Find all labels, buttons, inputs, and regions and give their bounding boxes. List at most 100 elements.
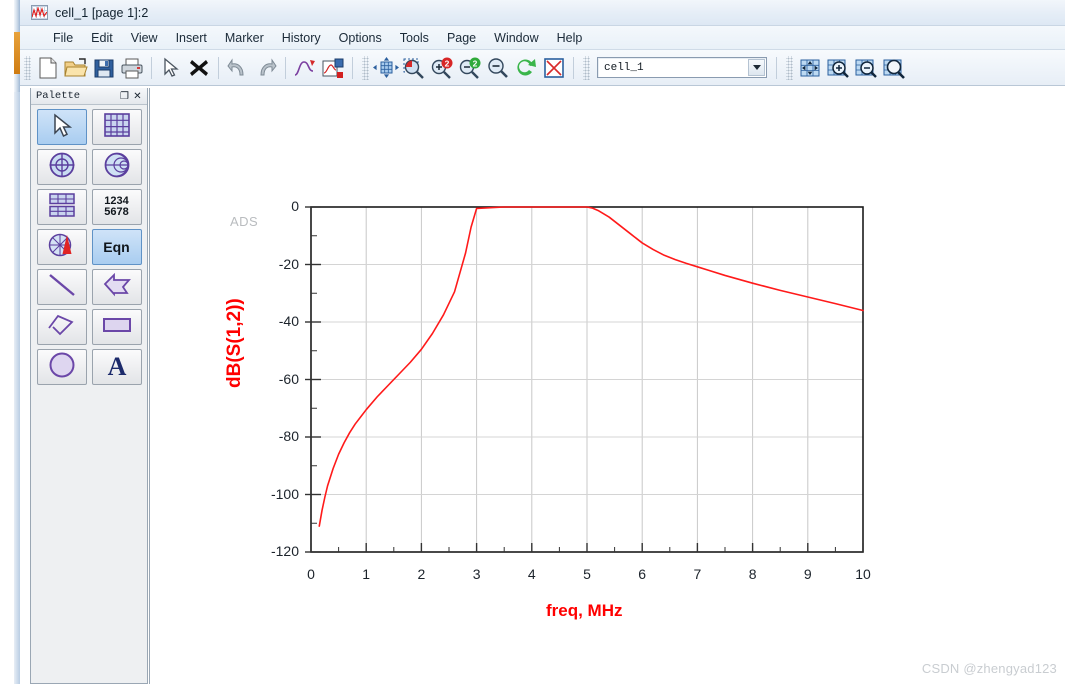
equation-icon: Eqn xyxy=(103,238,130,255)
toolbar-separator xyxy=(352,56,353,79)
zoom-out-icon[interactable] xyxy=(484,54,512,82)
window-title: cell_1 [page 1]:2 xyxy=(55,5,149,20)
y-tick-label: -20 xyxy=(278,255,299,272)
stacked-rect-plot-icon xyxy=(48,192,76,223)
page-zoom-in-icon[interactable] xyxy=(824,54,852,82)
menu-edit[interactable]: Edit xyxy=(82,29,122,47)
rectangular-plot-icon xyxy=(103,112,131,143)
plot-canvas-area: ADS CSDN @zhengyad123 dB(S(1,2)) freq, M… xyxy=(149,88,1065,684)
menu-options[interactable]: Options xyxy=(330,29,391,47)
palette-item-polygon-tool[interactable] xyxy=(91,269,142,305)
x-tick-label: 10 xyxy=(855,566,871,582)
palette-item-smith-chart-tool[interactable] xyxy=(91,149,142,185)
toolbar-grip[interactable] xyxy=(786,55,793,80)
palette-item-equation-tool[interactable]: Eqn xyxy=(91,229,142,265)
x-tick-label: 4 xyxy=(527,566,536,582)
chevron-down-icon[interactable] xyxy=(748,59,765,76)
toolbar-separator xyxy=(285,56,286,79)
arrow-cursor-icon xyxy=(49,112,75,143)
toolbar: 2 2 cell_1 xyxy=(20,50,1065,86)
x-tick-label: 9 xyxy=(803,566,812,582)
titlebar: cell_1 [page 1]:2 xyxy=(20,0,1065,26)
undo-icon[interactable] xyxy=(224,54,252,82)
insert-plot-icon[interactable] xyxy=(319,54,347,82)
page-selector-combo[interactable]: cell_1 xyxy=(597,57,767,78)
x-tick-label: 3 xyxy=(472,566,481,582)
x-tick-label: 7 xyxy=(693,566,702,582)
toolbar-separator xyxy=(218,56,219,79)
antenna-pattern-icon xyxy=(48,232,76,263)
new-file-icon[interactable] xyxy=(34,54,62,82)
menu-view[interactable]: View xyxy=(122,29,167,47)
palette-item-polar-plot-tool[interactable] xyxy=(36,149,87,185)
palette-item-pointer-tool[interactable] xyxy=(36,109,87,145)
menu-window[interactable]: Window xyxy=(485,29,547,47)
page-zoom-out-icon[interactable] xyxy=(852,54,880,82)
menu-tools[interactable]: Tools xyxy=(391,29,438,47)
window-left-margin xyxy=(0,0,14,684)
menu-marker[interactable]: Marker xyxy=(216,29,273,47)
palette-title-label: Palette xyxy=(36,90,81,102)
pan-icon[interactable] xyxy=(372,54,400,82)
palette-titlebar: Palette ❐ ✕ xyxy=(31,88,147,105)
zoom-in-2x-icon[interactable]: 2 xyxy=(428,54,456,82)
refresh-icon[interactable] xyxy=(512,54,540,82)
menu-history[interactable]: History xyxy=(273,29,330,47)
stop-icon[interactable] xyxy=(540,54,568,82)
palette-item-rect-plot-tool[interactable] xyxy=(91,109,142,145)
zoom-out-2x-icon[interactable]: 2 xyxy=(456,54,484,82)
redo-icon[interactable] xyxy=(252,54,280,82)
y-tick-label: -120 xyxy=(270,543,299,559)
numeric-list-icon: 1234 5678 xyxy=(104,195,129,218)
save-icon[interactable] xyxy=(90,54,118,82)
palette-item-stacked-plot-tool[interactable] xyxy=(36,189,87,225)
svg-text:A: A xyxy=(107,352,126,379)
polygon-icon xyxy=(101,272,133,302)
y-tick-label: -60 xyxy=(278,370,299,387)
svg-text:2: 2 xyxy=(445,58,450,68)
palette-item-antenna-plot-tool[interactable] xyxy=(36,229,87,265)
palette-item-polyline-tool[interactable] xyxy=(36,309,87,345)
menu-help[interactable]: Help xyxy=(548,29,592,47)
palette-item-list-table-tool[interactable]: 1234 5678 xyxy=(91,189,142,225)
plot-window-icon xyxy=(31,5,48,20)
menubar: File Edit View Insert Marker History Opt… xyxy=(20,26,1065,50)
ads-data-display-window: cell_1 [page 1]:2 File Edit View Insert … xyxy=(0,0,1065,684)
x-axis-label: freq, MHz xyxy=(546,601,623,620)
palette-item-circle-tool[interactable] xyxy=(36,349,87,385)
x-tick-label: 6 xyxy=(638,566,647,582)
select-arrow-icon[interactable] xyxy=(157,54,185,82)
page-zoom-area-icon[interactable] xyxy=(880,54,908,82)
palette-item-rectangle-tool[interactable] xyxy=(91,309,142,345)
x-tick-label: 8 xyxy=(748,566,757,582)
toolbar-grip[interactable] xyxy=(24,55,31,80)
y-tick-label: -100 xyxy=(270,485,299,502)
palette-item-line-tool[interactable] xyxy=(36,269,87,305)
y-tick-label: -40 xyxy=(278,313,299,329)
toolbar-separator xyxy=(776,56,777,79)
palette-item-text-tool[interactable]: A xyxy=(91,349,142,385)
page-selector-value: cell_1 xyxy=(604,61,644,74)
open-folder-icon[interactable] xyxy=(62,54,90,82)
y-tick-label: 0 xyxy=(291,198,299,214)
menu-file[interactable]: File xyxy=(44,29,82,47)
menu-insert[interactable]: Insert xyxy=(167,29,216,47)
zoom-area-icon[interactable] xyxy=(400,54,428,82)
toolbar-separator xyxy=(573,56,574,79)
delete-x-icon[interactable] xyxy=(185,54,213,82)
print-icon[interactable] xyxy=(118,54,146,82)
smith-chart-icon xyxy=(103,152,131,183)
palette-close-icon[interactable]: ✕ xyxy=(131,90,144,103)
fit-page-icon[interactable] xyxy=(796,54,824,82)
menu-page[interactable]: Page xyxy=(438,29,485,47)
toolbar-grip[interactable] xyxy=(583,55,590,80)
toolbar-grip[interactable] xyxy=(362,55,369,80)
polar-plot-icon xyxy=(48,152,76,183)
curve-tool-icon[interactable] xyxy=(291,54,319,82)
plot-figure[interactable]: dB(S(1,2)) freq, MHz 0 -20 -40 -60 -80 -100 -1… xyxy=(150,88,1065,684)
x-tick-label: 2 xyxy=(417,566,426,582)
y-tick-label: -80 xyxy=(278,428,299,444)
svg-text:2: 2 xyxy=(473,58,478,68)
x-tick-label: 1 xyxy=(362,566,371,582)
palette-float-icon[interactable]: ❐ xyxy=(118,90,131,103)
